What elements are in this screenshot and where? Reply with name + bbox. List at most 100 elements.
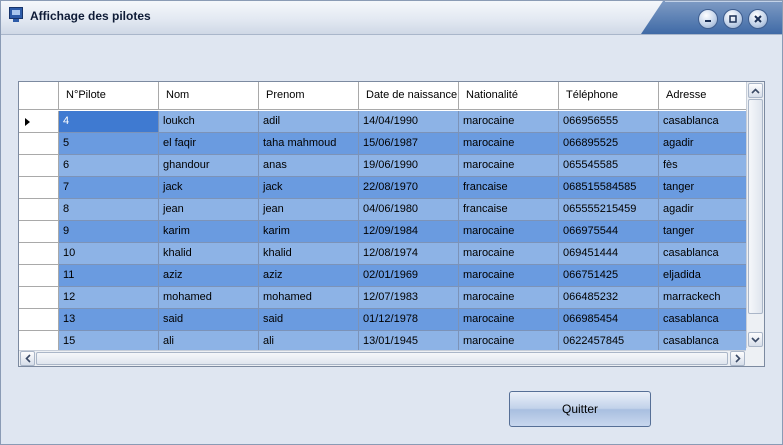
title-bar[interactable]: Affichage des pilotes	[1, 1, 782, 35]
row-header[interactable]	[19, 155, 59, 177]
grid-corner-header[interactable]	[19, 82, 59, 110]
cell-telephone[interactable]: 066751425	[559, 265, 659, 287]
table-row[interactable]: 10 khalid khalid 12/08/1974 marocaine 0694514…	[19, 243, 749, 265]
row-header[interactable]	[19, 221, 59, 243]
cell-prenom[interactable]: jean	[259, 199, 359, 221]
cell-telephone[interactable]: 069451444	[559, 243, 659, 265]
horizontal-scrollbar[interactable]	[19, 350, 746, 366]
table-row[interactable]: 8 jean jean 04/06/1980 francaise 065555215459…	[19, 199, 749, 221]
cell-n-pilote[interactable]: 7	[59, 177, 159, 199]
column-header-telephone[interactable]: Téléphone	[559, 82, 659, 110]
cell-adresse[interactable]: tanger	[659, 221, 749, 243]
close-button[interactable]	[748, 9, 768, 29]
cell-date-naissance[interactable]: 22/08/1970	[359, 177, 459, 199]
cell-n-pilote[interactable]: 6	[59, 155, 159, 177]
cell-adresse[interactable]: agadir	[659, 133, 749, 155]
row-header[interactable]	[19, 265, 59, 287]
cell-prenom[interactable]: khalid	[259, 243, 359, 265]
cell-nom[interactable]: said	[159, 309, 259, 331]
row-header[interactable]	[19, 243, 59, 265]
column-header-adresse[interactable]: Adresse	[659, 82, 749, 110]
cell-adresse[interactable]: eljadida	[659, 265, 749, 287]
column-header-prenom[interactable]: Prenom	[259, 82, 359, 110]
vertical-scrollbar[interactable]	[746, 82, 764, 348]
table-row[interactable]: 5 el faqir taha mahmoud 15/06/1987 marocaine…	[19, 133, 749, 155]
row-header[interactable]	[19, 111, 59, 133]
table-row[interactable]: 9 karim karim 12/09/1984 marocaine 066975544 t…	[19, 221, 749, 243]
cell-nom[interactable]: jean	[159, 199, 259, 221]
horizontal-scroll-thumb[interactable]	[36, 352, 728, 365]
quit-button[interactable]: Quitter	[509, 391, 651, 427]
cell-adresse[interactable]: agadir	[659, 199, 749, 221]
cell-nationalite[interactable]: francaise	[459, 199, 559, 221]
cell-telephone[interactable]: 066895525	[559, 133, 659, 155]
cell-n-pilote[interactable]: 4	[59, 111, 159, 133]
cell-nationalite[interactable]: marocaine	[459, 155, 559, 177]
column-header-n-pilote[interactable]: N°Pilote	[59, 82, 159, 110]
table-row[interactable]: 4 loukch adil 14/04/1990 marocaine 066956555 c…	[19, 111, 749, 133]
cell-nom[interactable]: mohamed	[159, 287, 259, 309]
row-header[interactable]	[19, 133, 59, 155]
cell-date-naissance[interactable]: 01/12/1978	[359, 309, 459, 331]
row-header[interactable]	[19, 287, 59, 309]
cell-n-pilote[interactable]: 5	[59, 133, 159, 155]
scroll-left-button[interactable]	[20, 351, 35, 366]
maximize-button[interactable]	[723, 9, 743, 29]
cell-prenom[interactable]: karim	[259, 221, 359, 243]
cell-nationalite[interactable]: marocaine	[459, 111, 559, 133]
cell-prenom[interactable]: taha mahmoud	[259, 133, 359, 155]
pilots-data-grid[interactable]: N°Pilote Nom Prenom Date de naissance Na…	[18, 81, 765, 367]
cell-date-naissance[interactable]: 14/04/1990	[359, 111, 459, 133]
cell-nom[interactable]: el faqir	[159, 133, 259, 155]
cell-telephone[interactable]: 066956555	[559, 111, 659, 133]
column-header-nationalite[interactable]: Nationalité	[459, 82, 559, 110]
cell-nom[interactable]: karim	[159, 221, 259, 243]
cell-prenom[interactable]: jack	[259, 177, 359, 199]
cell-adresse[interactable]: tanger	[659, 177, 749, 199]
vertical-scroll-thumb[interactable]	[748, 99, 763, 314]
table-row[interactable]: 7 jack jack 22/08/1970 francaise 068515584585…	[19, 177, 749, 199]
cell-nom[interactable]: jack	[159, 177, 259, 199]
cell-nationalite[interactable]: marocaine	[459, 287, 559, 309]
cell-adresse[interactable]: casablanca	[659, 111, 749, 133]
cell-nom[interactable]: loukch	[159, 111, 259, 133]
cell-adresse[interactable]: marrackech	[659, 287, 749, 309]
cell-telephone[interactable]: 065545585	[559, 155, 659, 177]
cell-date-naissance[interactable]: 12/09/1984	[359, 221, 459, 243]
cell-nationalite[interactable]: marocaine	[459, 133, 559, 155]
table-row[interactable]: 13 said said 01/12/1978 marocaine 066985454 ca…	[19, 309, 749, 331]
scroll-down-button[interactable]	[748, 332, 763, 347]
table-row[interactable]: 12 mohamed mohamed 12/07/1983 marocaine 06648…	[19, 287, 749, 309]
cell-nationalite[interactable]: marocaine	[459, 243, 559, 265]
cell-date-naissance[interactable]: 19/06/1990	[359, 155, 459, 177]
scroll-right-button[interactable]	[730, 351, 745, 366]
cell-n-pilote[interactable]: 10	[59, 243, 159, 265]
scroll-up-button[interactable]	[748, 83, 763, 98]
cell-nom[interactable]: khalid	[159, 243, 259, 265]
minimize-button[interactable]	[698, 9, 718, 29]
cell-prenom[interactable]: adil	[259, 111, 359, 133]
cell-nationalite[interactable]: marocaine	[459, 265, 559, 287]
column-header-nom[interactable]: Nom	[159, 82, 259, 110]
column-header-date-naissance[interactable]: Date de naissance	[359, 82, 459, 110]
cell-telephone[interactable]: 065555215459	[559, 199, 659, 221]
cell-telephone[interactable]: 066975544	[559, 221, 659, 243]
cell-n-pilote[interactable]: 9	[59, 221, 159, 243]
cell-n-pilote[interactable]: 11	[59, 265, 159, 287]
row-header[interactable]	[19, 177, 59, 199]
cell-telephone[interactable]: 068515584585	[559, 177, 659, 199]
cell-adresse[interactable]: fès	[659, 155, 749, 177]
cell-date-naissance[interactable]: 04/06/1980	[359, 199, 459, 221]
cell-date-naissance[interactable]: 12/07/1983	[359, 287, 459, 309]
cell-nationalite[interactable]: marocaine	[459, 221, 559, 243]
cell-prenom[interactable]: anas	[259, 155, 359, 177]
cell-date-naissance[interactable]: 12/08/1974	[359, 243, 459, 265]
table-row[interactable]: 6 ghandour anas 19/06/1990 marocaine 06554558…	[19, 155, 749, 177]
cell-prenom[interactable]: said	[259, 309, 359, 331]
cell-n-pilote[interactable]: 8	[59, 199, 159, 221]
cell-date-naissance[interactable]: 15/06/1987	[359, 133, 459, 155]
cell-telephone[interactable]: 066485232	[559, 287, 659, 309]
cell-nom[interactable]: ghandour	[159, 155, 259, 177]
row-header[interactable]	[19, 199, 59, 221]
cell-n-pilote[interactable]: 13	[59, 309, 159, 331]
